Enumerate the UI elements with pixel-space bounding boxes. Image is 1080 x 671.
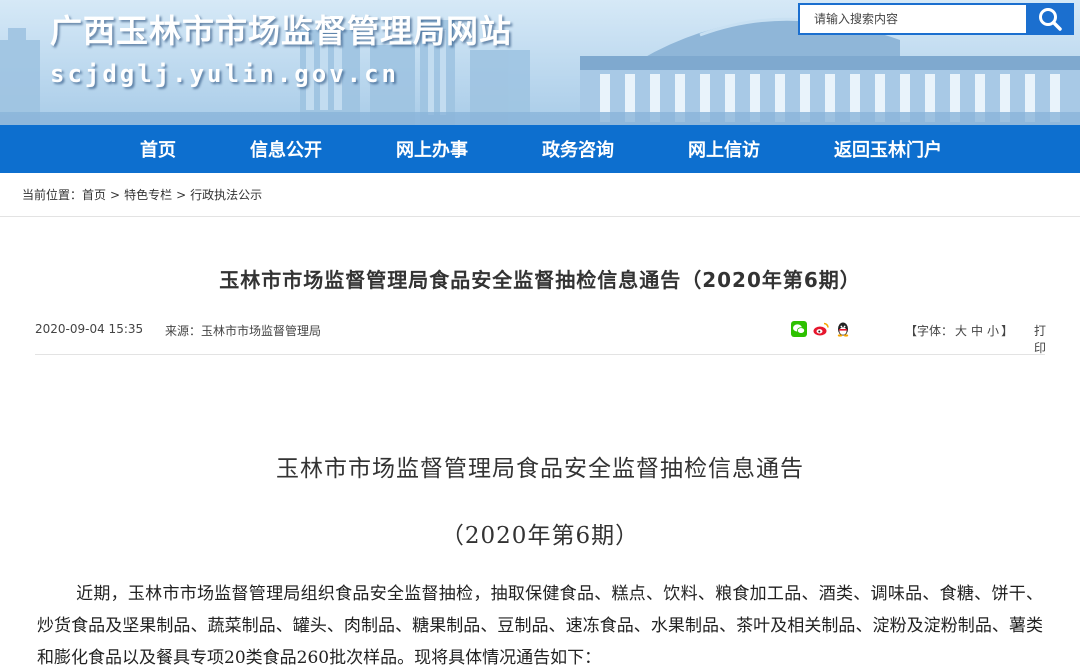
- site-domain: scjdglj.yulin.gov.cn: [50, 60, 399, 88]
- header-banner: 广西玉林市市场监督管理局网站 scjdglj.yulin.gov.cn: [0, 0, 1080, 125]
- breadcrumb-prefix: 当前位置：: [22, 188, 83, 202]
- document-heading: 玉林市市场监督管理局食品安全监督抽检信息通告: [276, 456, 804, 482]
- search-icon: [1039, 8, 1062, 31]
- font-size-label-open: 【字体：: [905, 324, 954, 338]
- qq-icon[interactable]: [835, 321, 851, 337]
- nav-item-online-services[interactable]: 网上办事: [376, 136, 488, 162]
- print-button[interactable]: 打印: [1034, 322, 1046, 356]
- nav-item-info-disclosure[interactable]: 信息公开: [230, 136, 342, 162]
- search-button[interactable]: [1026, 3, 1074, 35]
- article-title: 玉林市市场监督管理局食品安全监督抽检信息通告（2020年第6期）: [219, 268, 861, 292]
- search-bar: [798, 3, 1074, 35]
- search-input[interactable]: [798, 3, 1026, 35]
- article-paragraph: 近期，玉林市市场监督管理局组织食品安全监督抽检，抽取保健食品、糕点、饮料、粮食加…: [37, 584, 1043, 668]
- breadcrumb-enforcement[interactable]: 行政执法公示: [190, 186, 262, 203]
- nav-item-consultation[interactable]: 政务咨询: [522, 136, 634, 162]
- font-size-control: 【字体：大中小】: [905, 322, 1013, 339]
- breadcrumb-featured[interactable]: 特色专栏: [124, 186, 172, 203]
- font-size-label-close: 】: [1001, 324, 1014, 338]
- publish-date: 2020-09-04 15:35: [35, 322, 144, 336]
- font-size-small[interactable]: 小: [987, 324, 999, 338]
- site-title: 广西玉林市市场监督管理局网站: [50, 12, 513, 50]
- nav-item-online-petition[interactable]: 网上信访: [668, 136, 780, 162]
- breadcrumb-separator: >: [176, 187, 187, 202]
- nav-item-home[interactable]: 首页: [120, 136, 196, 162]
- font-size-large[interactable]: 大: [955, 324, 967, 338]
- share-icons: [791, 321, 851, 337]
- nav-item-yulin-portal[interactable]: 返回玉林门户: [814, 136, 962, 162]
- font-size-medium[interactable]: 中: [971, 324, 983, 338]
- wechat-icon[interactable]: [791, 321, 807, 337]
- breadcrumb-separator: >: [110, 187, 121, 202]
- breadcrumb-home[interactable]: 首页: [82, 186, 106, 203]
- weibo-icon[interactable]: [813, 321, 829, 337]
- document-subheading: （2020年第6期）: [440, 523, 640, 549]
- article-meta: 2020-09-04 15:35 来源：玉林市市场监督管理局 【字体： 大 中 …: [35, 293, 1046, 356]
- article-source: 来源：玉林市市场监督管理局: [165, 324, 322, 338]
- breadcrumb: 当前位置： 首页 > 特色专栏 > 行政执法公示: [0, 173, 1080, 217]
- main-nav: 首页 信息公开 网上办事 政务咨询 网上信访 返回玉林门户: [0, 125, 1080, 173]
